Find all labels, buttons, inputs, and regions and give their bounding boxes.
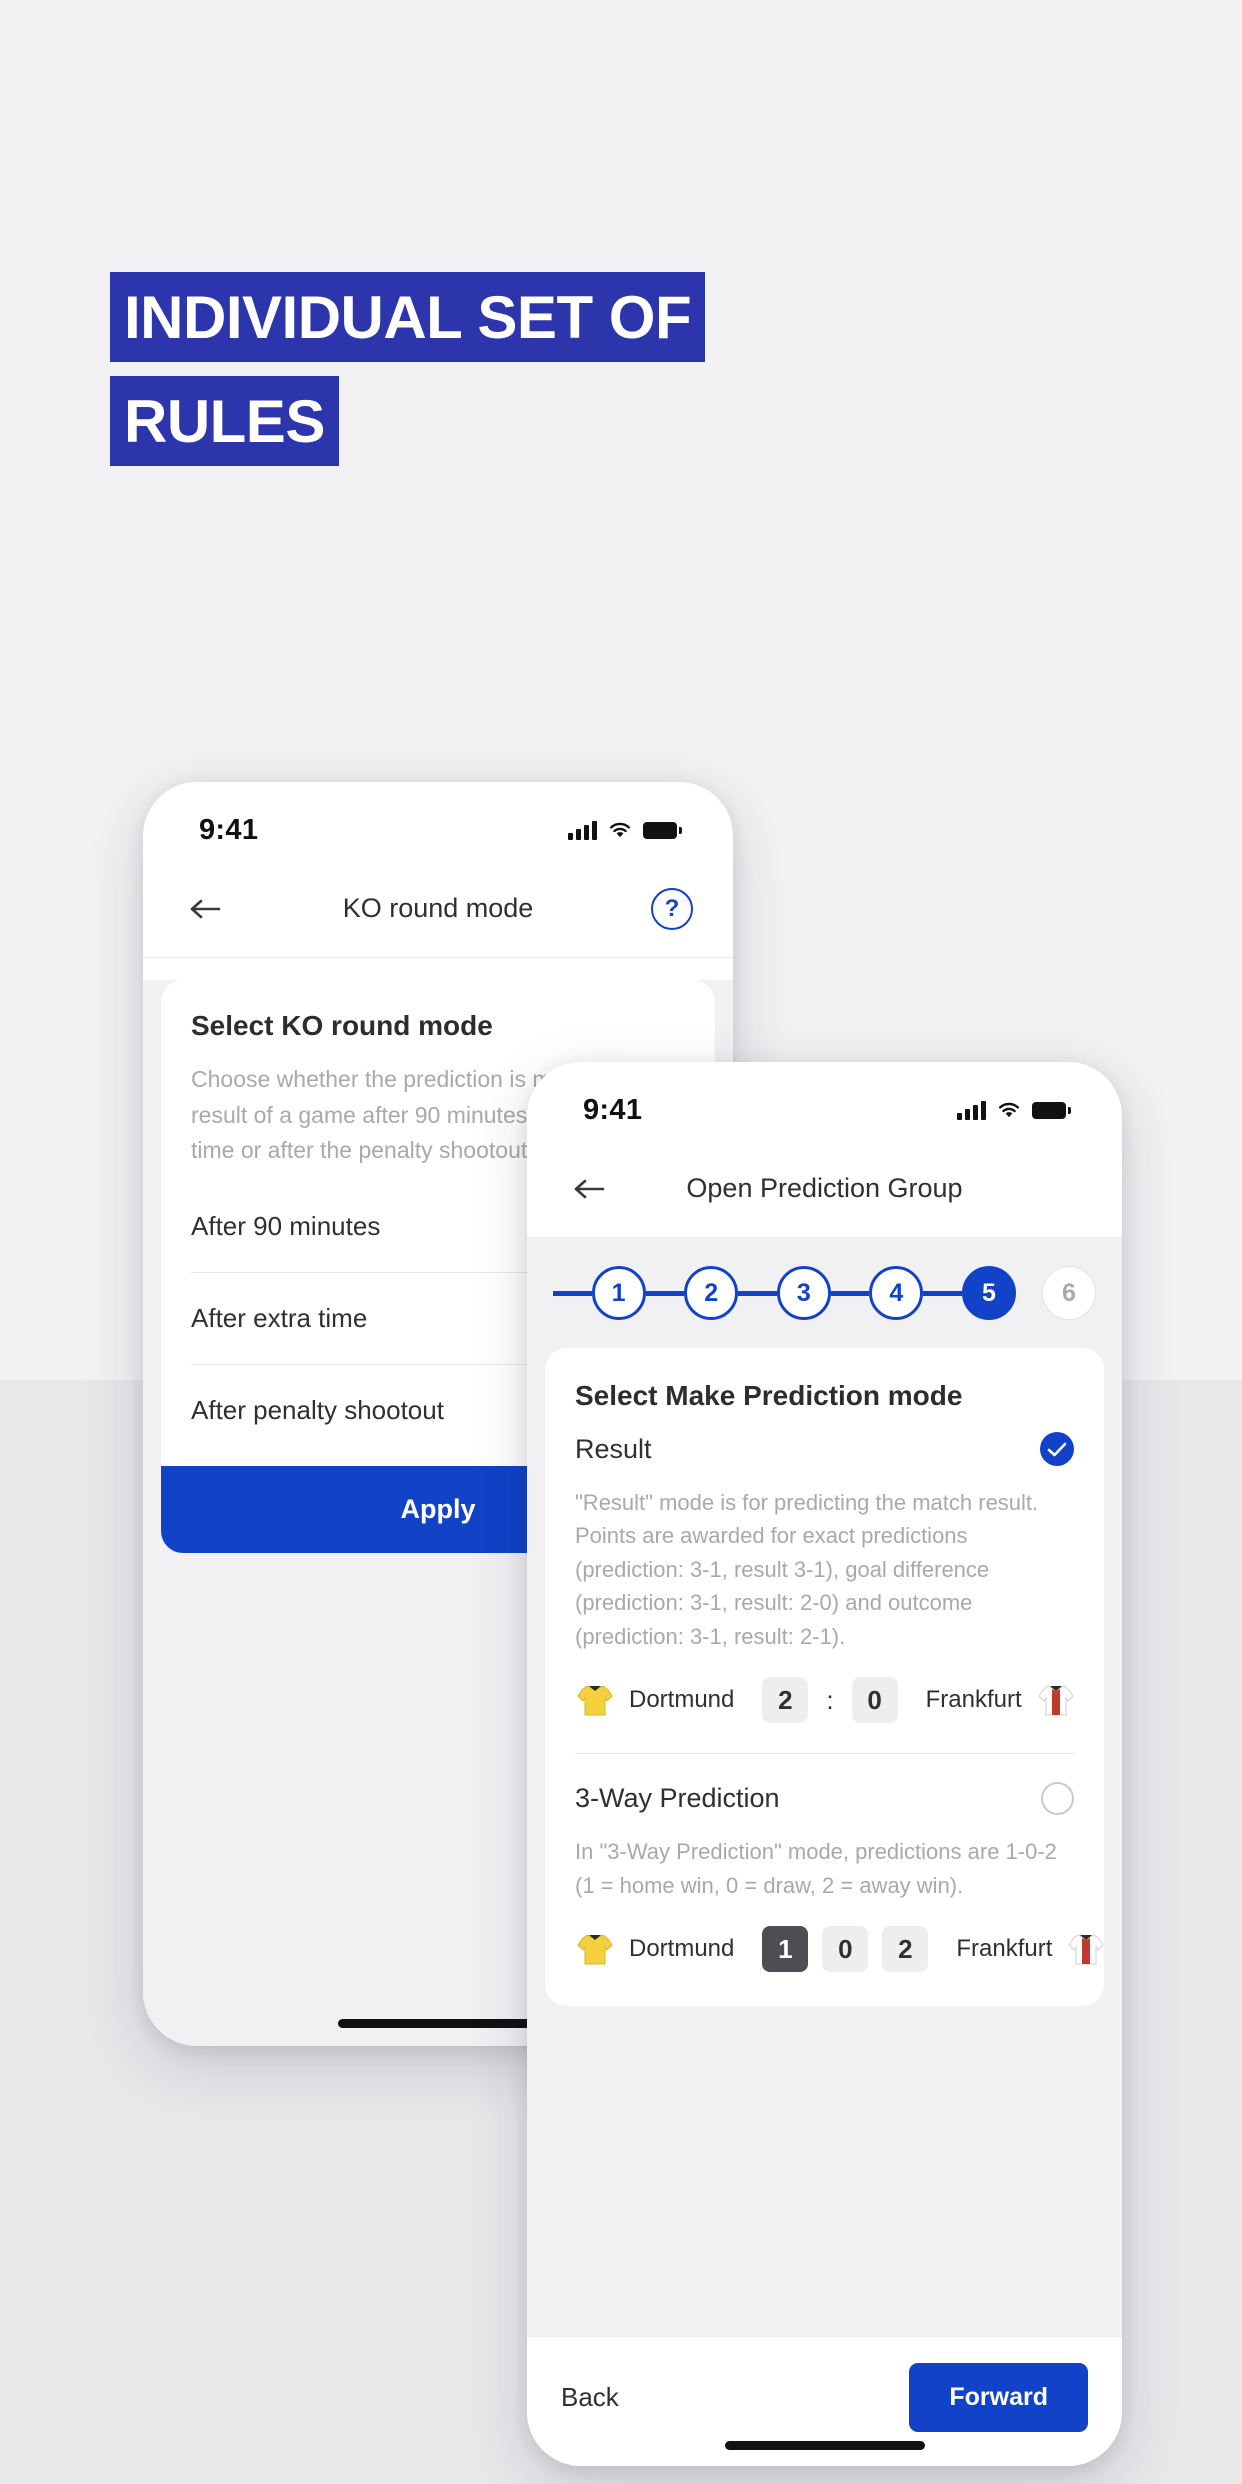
screen-body-b: 1 2 3 4 5 6 Select Make Prediction mode … — [527, 1238, 1122, 2466]
forward-button[interactable]: Forward — [909, 2363, 1088, 2432]
stepper-connector — [553, 1290, 592, 1296]
jersey-red-white-icon — [1068, 1934, 1105, 1965]
radio-selected-icon[interactable] — [1040, 1432, 1074, 1466]
wifi-icon — [610, 822, 630, 838]
mode-label: Result — [575, 1433, 652, 1464]
back-button[interactable] — [567, 1167, 611, 1211]
stepper-step-6[interactable]: 6 — [1041, 1266, 1096, 1320]
page-title: Open Prediction Group — [686, 1173, 963, 1203]
score-cell-home[interactable]: 2 — [762, 1677, 809, 1724]
away-team-name: Frankfurt — [925, 1686, 1022, 1714]
stepper-step-3[interactable]: 3 — [776, 1266, 831, 1320]
match-preview-result: Dortmund 2 : 0 Frankfurt — [575, 1677, 1074, 1724]
arrow-left-icon — [190, 899, 221, 918]
mode-description: "Result" mode is for predicting the matc… — [575, 1490, 1039, 1649]
stepper-step-5[interactable]: 5 — [961, 1266, 1016, 1320]
radio-unselected-icon[interactable] — [1041, 1782, 1074, 1816]
headline-line-1: INDIVIDUAL SET OF — [110, 272, 706, 362]
status-time: 9:41 — [583, 1093, 643, 1126]
headline: INDIVIDUAL SET OF RULES — [110, 272, 706, 466]
nav-bar-a: KO round mode ? — [143, 860, 733, 958]
prediction-cell-1[interactable]: 1 — [762, 1926, 809, 1973]
stepper-connector — [830, 1290, 870, 1296]
stepper-step-4[interactable]: 4 — [869, 1266, 924, 1320]
make-prediction-mode-card: Select Make Prediction mode Result "Resu… — [545, 1348, 1105, 2007]
mode-description: In "3-Way Prediction" mode, predictions … — [575, 1839, 1057, 1898]
card-title: Select KO round mode — [191, 1010, 493, 1041]
home-indicator — [724, 2441, 925, 2450]
signal-bars-icon — [957, 1100, 986, 1120]
marketing-screenshot: INDIVIDUAL SET OF RULES 9:41 KO round mo… — [0, 0, 1242, 2484]
home-team-name: Dortmund — [629, 1935, 735, 1963]
battery-full-icon — [643, 821, 682, 839]
back-link[interactable]: Back — [561, 2382, 619, 2413]
score-separator: : — [826, 1684, 834, 1715]
page-title: KO round mode — [342, 893, 534, 923]
prediction-cell-0[interactable]: 0 — [822, 1926, 869, 1973]
match-preview-3way: Dortmund 1 0 2 Frankfurt — [575, 1926, 1105, 1973]
status-time: 9:41 — [199, 813, 259, 846]
jersey-yellow-icon — [577, 1685, 613, 1716]
battery-full-icon — [1032, 1101, 1071, 1119]
stepper-connector — [738, 1290, 777, 1296]
status-bar-a: 9:41 — [143, 782, 733, 860]
stepper-connector — [645, 1290, 685, 1296]
back-button[interactable] — [183, 887, 227, 931]
progress-stepper: 1 2 3 4 5 6 — [527, 1238, 1122, 1348]
prediction-cell-2[interactable]: 2 — [882, 1926, 929, 1973]
divider — [575, 1753, 1074, 1755]
mode-option-result[interactable]: Result — [575, 1432, 1074, 1466]
mode-label: 3-Way Prediction — [575, 1783, 780, 1814]
stepper-step-1[interactable]: 1 — [591, 1266, 646, 1320]
home-team-name: Dortmund — [629, 1686, 735, 1714]
away-team-name: Frankfurt — [956, 1935, 1053, 1963]
home-indicator — [338, 2019, 538, 2028]
score-cell-away[interactable]: 0 — [851, 1677, 898, 1724]
stepper-connector — [923, 1290, 962, 1296]
card-title: Select Make Prediction mode — [575, 1380, 963, 1411]
status-bar-b: 9:41 — [527, 1062, 1122, 1140]
headline-line-2: RULES — [110, 376, 339, 466]
wifi-icon — [999, 1102, 1019, 1118]
signal-bars-icon — [568, 820, 597, 840]
status-icons — [957, 1100, 1071, 1120]
question-mark-circle-icon[interactable]: ? — [651, 887, 693, 930]
phone-mockup-open-prediction-group: 9:41 Open Prediction Group 1 2 3 4 5 6 S… — [527, 1062, 1122, 2466]
stepper-step-2[interactable]: 2 — [684, 1266, 739, 1320]
status-icons — [568, 820, 682, 840]
jersey-red-white-icon — [1037, 1685, 1074, 1716]
arrow-left-icon — [574, 1179, 605, 1198]
jersey-yellow-icon — [577, 1934, 613, 1965]
nav-bar-b: Open Prediction Group — [527, 1140, 1122, 1238]
mode-option-3way[interactable]: 3-Way Prediction — [575, 1782, 1074, 1816]
